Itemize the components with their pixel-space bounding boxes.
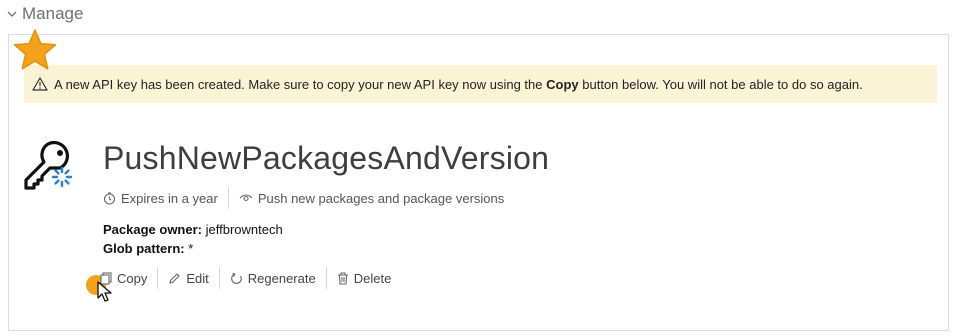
eye-icon [239,194,253,202]
star-icon [13,29,57,70]
api-key-created-alert: A new API key has been created. Make sur… [24,65,937,103]
pencil-icon [169,272,180,284]
chevron-down-icon [7,11,17,17]
cursor-icon [97,280,112,302]
edit-label: Edit [186,270,209,286]
key-icon [24,140,73,190]
manage-section-header[interactable]: Manage [6,4,83,24]
spinner-icon [51,166,73,188]
scope-text: Push new packages and package versions [257,190,505,206]
alert-text-suffix: button below. You will not be able to do… [582,76,863,92]
meta-divider [227,187,229,209]
glob-pattern-label: Glob pattern: [103,241,185,256]
refresh-icon [230,272,242,284]
package-owner-value: jeffbrowntech [205,222,283,237]
api-key-meta: Expires in a year Push new packages and … [103,187,504,209]
delete-button[interactable]: Delete [327,271,402,286]
expires-text: Expires in a year [121,190,218,206]
warning-icon [32,77,48,91]
section-title: Manage [22,4,84,23]
alert-text-copy: Copy [546,76,579,92]
api-key-actions: Copy Edit Regenerate Delete [84,266,402,302]
copy-label: Copy [117,270,148,286]
regenerate-button[interactable]: Regenerate [220,271,326,286]
expires-item: Expires in a year [103,191,218,206]
glob-pattern-value: * [188,241,194,256]
alert-text-prefix: A new API key has been created. Make sur… [54,76,543,92]
regenerate-label: Regenerate [247,270,316,286]
glob-pattern-row: Glob pattern: * [103,239,283,258]
scope-item: Push new packages and package versions [239,191,504,206]
delete-label: Delete [353,270,392,286]
package-owner-row: Package owner: jeffbrowntech [103,220,283,239]
trash-icon [337,271,348,285]
alert-text: A new API key has been created. Make sur… [54,77,863,92]
copy-button[interactable]: Copy [84,270,157,302]
api-key-details: Package owner: jeffbrowntech Glob patter… [103,220,283,258]
api-key-name: PushNewPackagesAndVersion [103,140,550,176]
edit-button[interactable]: Edit [158,271,218,286]
clock-icon [103,191,116,205]
package-owner-label: Package owner: [103,222,202,237]
